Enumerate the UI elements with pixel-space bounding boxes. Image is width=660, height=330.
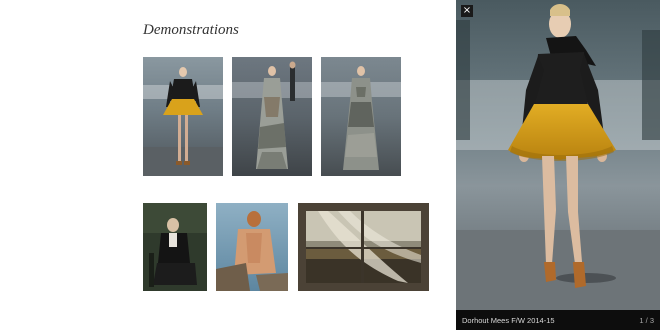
runway-photo-large bbox=[456, 0, 660, 310]
painting-image bbox=[143, 203, 207, 291]
caption-bar: Dorhout Mees F/W 2014-15 1 / 3 bbox=[456, 310, 660, 330]
thumbnail-runway-look-3[interactable] bbox=[321, 57, 401, 176]
image-counter: 1 / 3 bbox=[639, 316, 654, 325]
runway-photo-image bbox=[321, 57, 401, 176]
thumbnail-bather-painting[interactable] bbox=[216, 203, 288, 291]
painting-image bbox=[216, 203, 288, 291]
thumbnail-window-painting[interactable] bbox=[298, 203, 429, 291]
close-icon: × bbox=[462, 5, 472, 16]
thumbnail-runway-look-2[interactable] bbox=[232, 57, 312, 176]
close-button[interactable]: × bbox=[461, 5, 473, 17]
lightbox-image[interactable] bbox=[456, 0, 660, 310]
page-title: Demonstrations bbox=[143, 22, 239, 38]
lightbox-panel: × Dorhout Mees F/W 2014-15 1 / 3 bbox=[456, 0, 660, 330]
image-caption: Dorhout Mees F/W 2014-15 bbox=[462, 316, 555, 325]
thumbnail-runway-look-1[interactable] bbox=[143, 57, 223, 176]
thumbnail-seated-figure-painting[interactable] bbox=[143, 203, 207, 291]
painting-image bbox=[298, 203, 429, 291]
gallery-page: Demonstrations bbox=[0, 0, 456, 330]
runway-photo-image bbox=[232, 57, 312, 176]
runway-photo-image bbox=[143, 57, 223, 176]
